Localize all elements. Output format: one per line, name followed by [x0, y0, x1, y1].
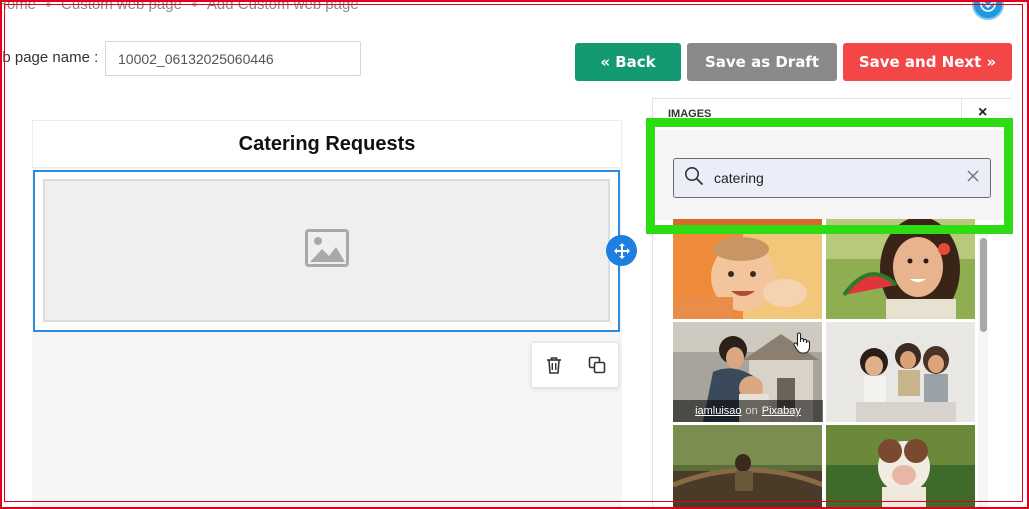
breadcrumb-custom-web-page[interactable]: Custom web page — [61, 0, 182, 13]
breadcrumb-home[interactable]: Home — [0, 0, 36, 13]
search-icon — [684, 166, 704, 191]
close-icon[interactable]: × — [978, 104, 987, 122]
save-and-next-button[interactable]: Save and Next » — [843, 43, 1012, 81]
image-search-box[interactable] — [673, 158, 991, 198]
breadcrumb-separator — [46, 1, 52, 7]
save-as-draft-button[interactable]: Save as Draft — [687, 43, 837, 81]
image-result-baby[interactable] — [673, 219, 822, 319]
web-page-name-label: eb page name : — [0, 49, 99, 66]
image-search-input[interactable] — [714, 170, 966, 186]
panel-divider — [961, 98, 962, 122]
credit-source-link[interactable]: Pixabay — [762, 405, 801, 417]
breadcrumb-current: Add Custom web page — [206, 0, 359, 13]
image-result-women-group[interactable] — [826, 322, 975, 422]
image-icon — [304, 229, 349, 272]
image-credit: iamluisao on Pixabay — [673, 400, 823, 422]
hand-cursor-icon — [793, 332, 811, 359]
credit-author-link[interactable]: iamluisao — [695, 405, 741, 417]
title-block[interactable]: Catering Requests — [32, 120, 622, 168]
clear-icon[interactable] — [966, 169, 980, 188]
avatar-icon[interactable] — [972, 0, 1004, 20]
breadcrumb: Home Custom web page Add Custom web page — [0, 0, 359, 14]
block-toolbar — [531, 342, 619, 388]
image-block-selected[interactable] — [33, 170, 620, 332]
web-page-name-input[interactable] — [105, 41, 361, 76]
image-result-bridge[interactable] — [673, 425, 822, 509]
images-panel-title: IMAGES — [668, 108, 712, 120]
images-scrollbar-thumb[interactable] — [980, 238, 987, 332]
image-result-bulldog[interactable] — [826, 425, 975, 509]
move-icon[interactable] — [606, 235, 637, 266]
trash-icon[interactable] — [539, 350, 569, 380]
back-button[interactable]: « Back — [575, 43, 681, 81]
image-placeholder[interactable] — [43, 179, 610, 322]
duplicate-icon[interactable] — [582, 350, 612, 380]
canvas-title[interactable]: Catering Requests — [239, 133, 416, 156]
breadcrumb-separator — [191, 1, 197, 7]
image-result-watermelon-woman[interactable] — [826, 219, 975, 319]
credit-on-label: on — [745, 405, 758, 417]
